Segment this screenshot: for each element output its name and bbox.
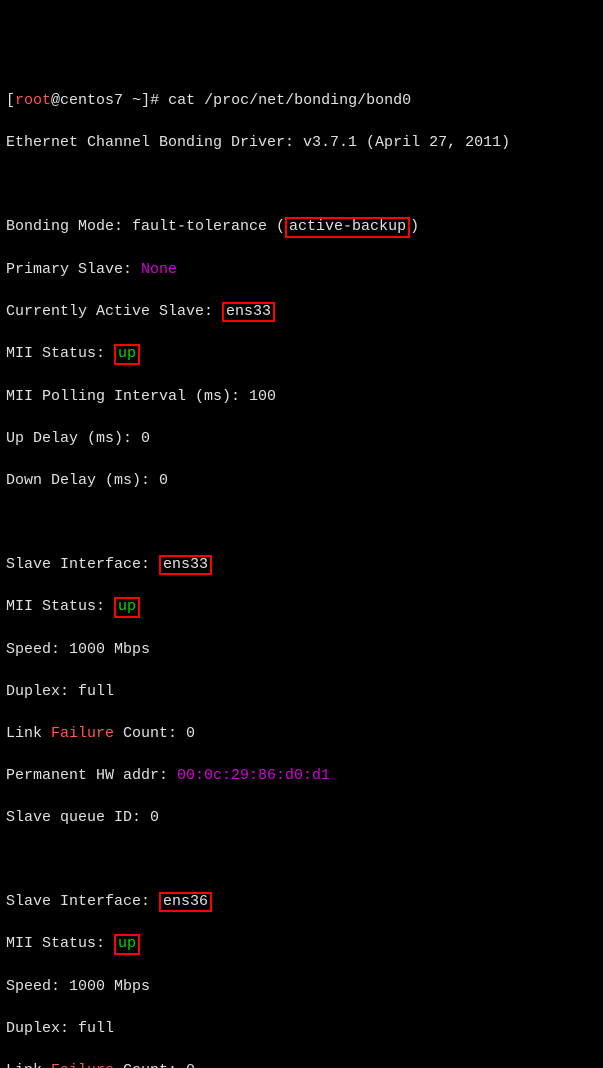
active-label: Currently Active Slave: (6, 303, 222, 320)
prompt-host: centos7 (60, 92, 123, 109)
slave2-fail-line: Link Failure Count: 0 (6, 1060, 597, 1068)
prompt-path: ~ (132, 92, 141, 109)
slave1-fail-pre: Link (6, 725, 51, 742)
prompt-symbol: # (150, 92, 168, 109)
slave1-duplex-line: Duplex: full (6, 681, 597, 702)
slave1-hw-line: Permanent HW addr: 00:0c:29:86:d0:d1 (6, 765, 597, 786)
mode-close: ) (410, 218, 419, 235)
active-value-highlight: ens33 (222, 302, 275, 323)
primary-label: Primary Slave: (6, 261, 141, 278)
blank-line (6, 174, 597, 195)
slave1-fail-word: Failure (51, 725, 114, 742)
mode-label: Bonding Mode: fault-tolerance ( (6, 218, 285, 235)
primary-slave-line: Primary Slave: None (6, 259, 597, 280)
slave1-mii-line: MII Status: up (6, 596, 597, 618)
blank-line (6, 512, 597, 533)
mii-poll-line: MII Polling Interval (ms): 100 (6, 386, 597, 407)
mii-value-highlight: up (114, 344, 140, 365)
slave1-speed-line: Speed: 1000 Mbps (6, 639, 597, 660)
slave1-mii-label: MII Status: (6, 598, 114, 615)
slave2-fail-pre: Link (6, 1062, 51, 1068)
prompt-close: ] (141, 92, 150, 109)
prompt-at: @ (51, 92, 60, 109)
slave2-iface-value-highlight: ens36 (159, 892, 212, 913)
active-slave-line: Currently Active Slave: ens33 (6, 301, 597, 323)
slave2-fail-word: Failure (51, 1062, 114, 1068)
prompt-user: root (15, 92, 51, 109)
up-delay-line: Up Delay (ms): 0 (6, 428, 597, 449)
command-text: cat /proc/net/bonding/bond0 (168, 92, 411, 109)
mode-value-highlight: active-backup (285, 217, 410, 238)
bonding-mode-line: Bonding Mode: fault-tolerance (active-ba… (6, 216, 597, 238)
slave1-queue-line: Slave queue ID: 0 (6, 807, 597, 828)
slave1-hw-value: 00:0c:29:86:d0:d1 (177, 767, 330, 784)
slave2-iface-label: Slave Interface: (6, 893, 159, 910)
slave2-duplex-line: Duplex: full (6, 1018, 597, 1039)
down-delay-line: Down Delay (ms): 0 (6, 470, 597, 491)
slave1-fail-post: Count: 0 (114, 725, 195, 742)
slave1-iface-label: Slave Interface: (6, 556, 159, 573)
blank-line (6, 849, 597, 870)
slave2-iface-line: Slave Interface: ens36 (6, 891, 597, 913)
slave1-hw-label: Permanent HW addr: (6, 767, 177, 784)
slave1-mii-value-highlight: up (114, 597, 140, 618)
slave2-fail-post: Count: 0 (114, 1062, 195, 1068)
slave2-mii-value-highlight: up (114, 934, 140, 955)
slave1-iface-line: Slave Interface: ens33 (6, 554, 597, 576)
prompt-open: [ (6, 92, 15, 109)
primary-value: None (141, 261, 177, 278)
mii-label: MII Status: (6, 345, 114, 362)
prompt-space (123, 92, 132, 109)
mii-status-line: MII Status: up (6, 343, 597, 365)
slave2-mii-label: MII Status: (6, 935, 114, 952)
prompt-line: [root@centos7 ~]# cat /proc/net/bonding/… (6, 90, 597, 111)
slave2-mii-line: MII Status: up (6, 933, 597, 955)
slave1-fail-line: Link Failure Count: 0 (6, 723, 597, 744)
slave2-speed-line: Speed: 1000 Mbps (6, 976, 597, 997)
slave1-iface-value-highlight: ens33 (159, 555, 212, 576)
driver-line: Ethernet Channel Bonding Driver: v3.7.1 … (6, 132, 597, 153)
